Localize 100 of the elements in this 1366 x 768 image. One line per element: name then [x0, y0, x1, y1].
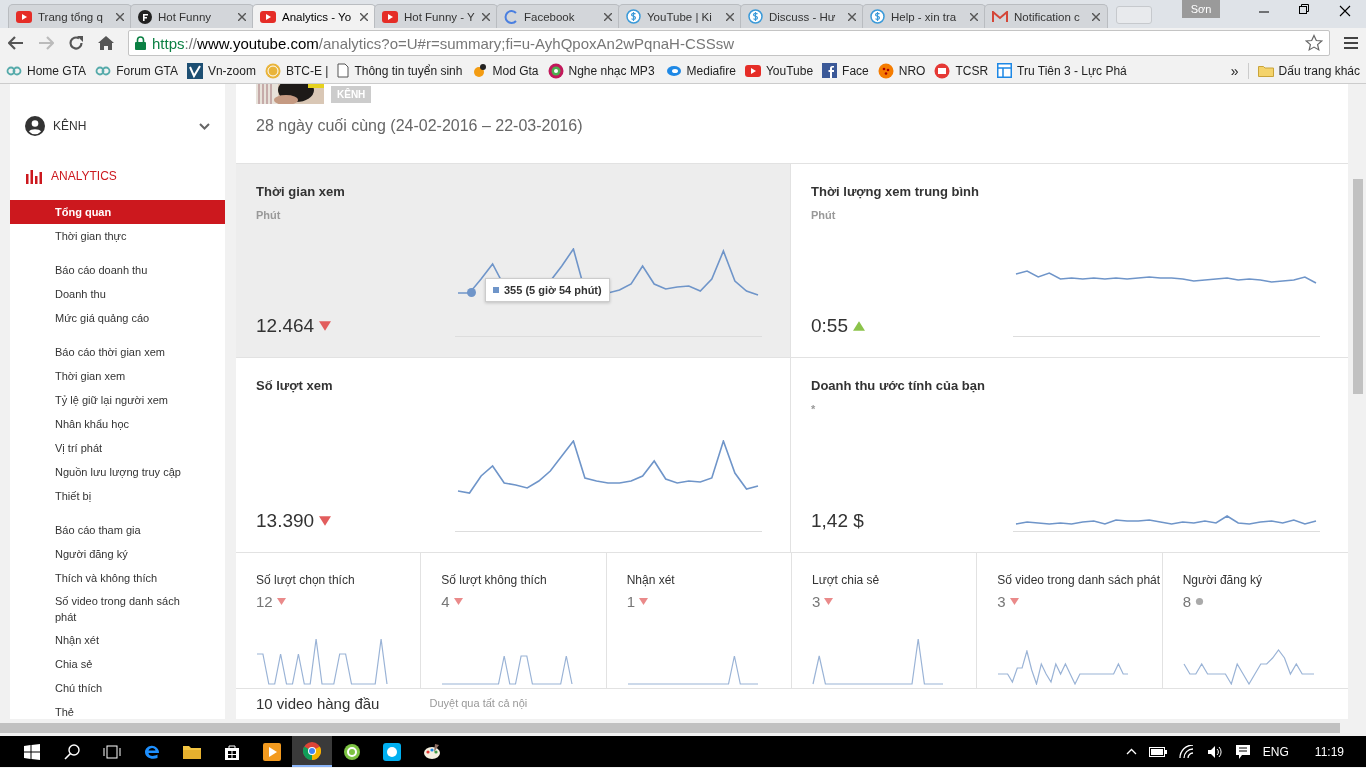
bookmark[interactable]: Nghe nhạc MP3 [547, 62, 655, 79]
skype-icon[interactable] [383, 742, 401, 761]
square-icon [186, 62, 203, 79]
bookmark[interactable]: Mediafire [663, 63, 736, 78]
sidebar-item[interactable]: Mức giá quảng cáo [10, 306, 225, 330]
bookmark[interactable]: Vn-zoom [186, 62, 256, 79]
folder-icon[interactable] [183, 744, 201, 759]
notification-icon[interactable] [1234, 743, 1251, 760]
bookmark-folder[interactable]: Dấu trang khác [1257, 63, 1360, 78]
more-bookmarks-button[interactable]: » [1230, 62, 1239, 79]
battery-icon[interactable] [1148, 746, 1167, 757]
metric-title: Nhận xét [626, 573, 676, 587]
browser-tab[interactable]: Hot Funny - Y [374, 4, 498, 28]
bookmark[interactable]: NRO [877, 62, 926, 79]
sidebar-item[interactable]: Số video trong danh sách phát [10, 590, 225, 628]
metric-title: Lượt chia sẻ [812, 573, 881, 587]
bookmark[interactable]: TCSR [934, 62, 989, 79]
scrollbar-thumb[interactable] [0, 722, 1340, 733]
metric-card[interactable]: Doanh thu ước tính của bạn * 1,42 $ [791, 358, 1348, 553]
metric-card[interactable]: Thời lượng xem trung bình Phút 0:55 [791, 164, 1348, 358]
circle-icon [138, 9, 152, 24]
language-indicator[interactable]: ENG [1262, 744, 1289, 759]
browser-icon[interactable] [144, 743, 160, 760]
wifi-icon[interactable] [1178, 744, 1195, 759]
browser-tab[interactable]: Hot Funny [130, 4, 254, 28]
sidebar-item[interactable]: Doanh thu [10, 282, 225, 306]
browser-tab[interactable]: YouTube | Ki [618, 4, 742, 28]
bookmark[interactable]: Thông tin tuyển sinh [337, 63, 463, 78]
video-icon [16, 10, 32, 23]
sidebar-item[interactable]: Thiết bị [10, 484, 225, 508]
bookmark[interactable]: Tru Tiên 3 - Lực Phá [997, 63, 1127, 78]
metric-title: Thời lượng xem trung bình [811, 184, 980, 199]
sidebar-item[interactable]: Người đăng ký [10, 542, 225, 566]
sidebar-item[interactable]: Tổng quan [10, 200, 225, 224]
metric-title: Số video trong danh sách phát [997, 573, 1162, 587]
sidebar-item[interactable]: Báo cáo doanh thu [10, 258, 225, 282]
sidebar-item[interactable]: Tỷ lệ giữ lại người xem [10, 388, 225, 412]
folder-icon [1257, 64, 1274, 77]
coin-icon [264, 62, 281, 79]
bookmark[interactable]: Mod Gta [471, 62, 539, 79]
task-view-icon[interactable] [103, 744, 121, 759]
sidebar-item[interactable]: Chia sẻ [10, 652, 225, 676]
video-icon [382, 10, 398, 23]
app-icon[interactable] [343, 742, 361, 761]
metric-value: 4 [441, 593, 450, 610]
search-icon[interactable] [64, 743, 80, 760]
paint-icon[interactable] [423, 742, 441, 761]
url-text: https://www.youtube.com/analytics?o=U#r=summary;fi=u-AyhQpoxAn2wPqnaH-CSSsw [152, 34, 735, 52]
reload-icon[interactable] [68, 35, 84, 51]
sidebar-item[interactable]: Vị trí phát [10, 436, 225, 460]
home-icon[interactable] [98, 35, 114, 51]
bookmark[interactable]: Forum GTA [95, 63, 178, 78]
sidebar-item[interactable]: Nhân khẩu học [10, 412, 225, 436]
metric-title: Số lượt xem [256, 378, 334, 393]
analytics-menu[interactable]: ANALYTICS [10, 164, 225, 188]
scrollbar-thumb[interactable] [1353, 179, 1363, 394]
browser-tab[interactable]: Analytics - Yo [252, 4, 376, 28]
chrome-icon[interactable] [303, 741, 321, 760]
media-player-icon[interactable] [263, 742, 281, 761]
volume-icon[interactable] [1206, 744, 1223, 759]
sidebar-item[interactable]: Thời gian thực [10, 224, 225, 248]
page-icon [337, 63, 350, 78]
sidebar-item[interactable]: Chú thích [10, 676, 225, 700]
chevron-down-icon [199, 122, 210, 130]
store-icon[interactable] [224, 743, 240, 760]
bookmark[interactable]: Home GTA [6, 63, 87, 78]
sidebar-item[interactable]: Báo cáo tham gia [10, 518, 225, 542]
metric-card[interactable]: Số lượt xem 13.390 [236, 358, 791, 553]
menu-icon[interactable] [1344, 36, 1358, 50]
sidebar-item[interactable]: Nhận xét [10, 628, 225, 652]
sidebar-item[interactable]: Nguồn lưu lượng truy cập [10, 460, 225, 484]
browser-tab[interactable]: Facebook [496, 4, 620, 28]
close-icon[interactable] [360, 12, 368, 21]
windows-icon[interactable] [24, 743, 40, 760]
browser-tab[interactable]: Trang tổng q [8, 4, 132, 28]
browser-tab[interactable]: Notification c [984, 4, 1108, 28]
metric-card[interactable]: Thời gian xem Phút 12.464 355 (5 giờ 54 phút) [236, 164, 791, 358]
ball-icon [877, 62, 894, 79]
metric-title: Số lượt không thích [441, 573, 548, 587]
metric-unit: * [811, 403, 817, 415]
sidebar-item[interactable]: Thích và không thích [10, 566, 225, 590]
chevron-up-icon[interactable] [1125, 748, 1137, 755]
star-icon[interactable] [1305, 34, 1323, 52]
address-bar[interactable]: https://www.youtube.com/analytics?o=U#r=summary;fi=u-AyhQpoxAn2wPqnaH-CSSsw [128, 30, 1330, 56]
bookmark[interactable]: BTC-E | [264, 62, 329, 79]
metric-value: 1,42 $ [811, 510, 864, 532]
sidebar-item[interactable]: Báo cáo thời gian xem [10, 340, 225, 364]
sidebar-item[interactable]: Thẻ [10, 700, 225, 724]
bookmark[interactable]: YouTube [744, 63, 814, 78]
browser-tab[interactable]: Discuss - Hư [740, 4, 864, 28]
metric-value: 3 [812, 593, 821, 610]
browser-tab[interactable]: Help - xin tra [862, 4, 986, 28]
metric-value: 0:55 [811, 315, 848, 337]
metric-value: 12 [256, 593, 273, 610]
sidebar-item[interactable]: Thời gian xem [10, 364, 225, 388]
back-icon[interactable] [8, 36, 24, 50]
bookmark[interactable]: Face [822, 63, 869, 78]
clock[interactable]: 11:19 [1314, 744, 1344, 759]
metric-value: 8 [1182, 593, 1191, 610]
channel-menu[interactable]: KÊNH [10, 114, 225, 138]
